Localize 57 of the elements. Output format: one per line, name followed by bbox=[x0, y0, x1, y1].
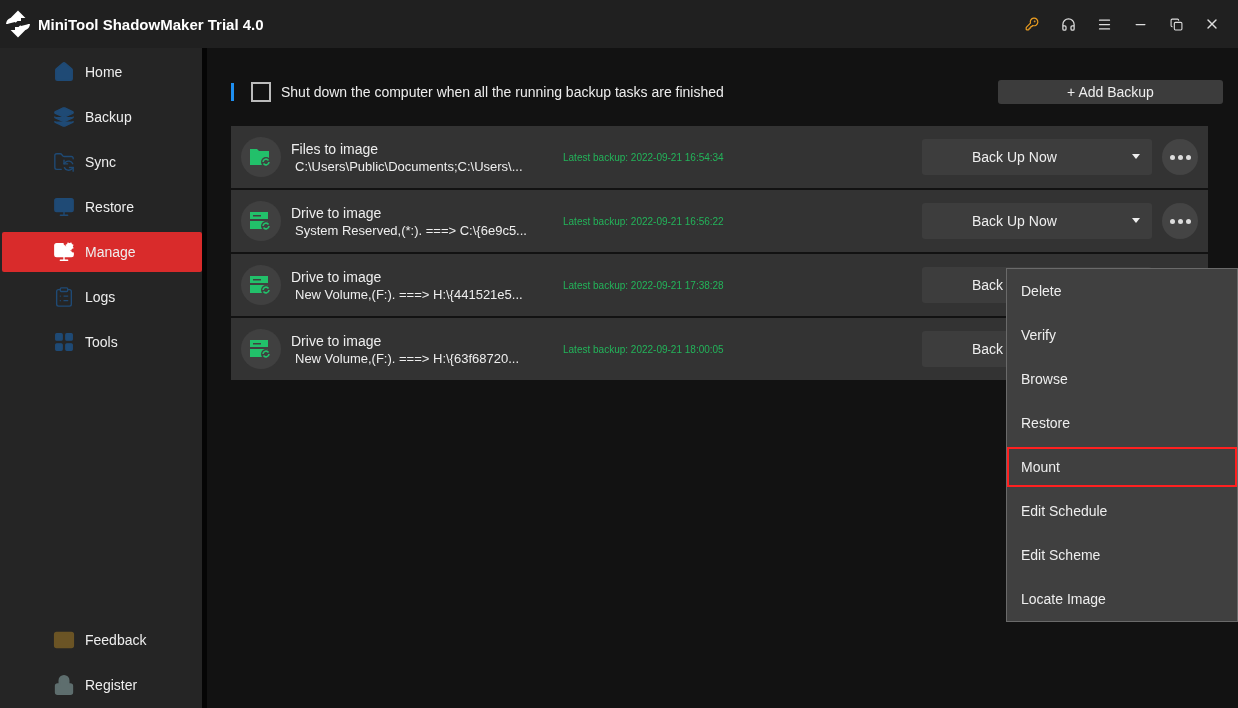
sidebar-item[interactable]: Sync bbox=[2, 142, 202, 182]
drive-sync-icon bbox=[250, 339, 272, 359]
task-title: Drive to image bbox=[291, 204, 383, 221]
home-icon bbox=[53, 61, 75, 83]
drive-sync-icon bbox=[250, 211, 272, 231]
sidebar-item[interactable]: Logs bbox=[2, 277, 202, 317]
task-path: New Volume,(F:). ===> H:\{63f68720... bbox=[294, 350, 520, 366]
latest-backup-time: Latest backup: 2022-09-21 16:56:22 bbox=[563, 215, 725, 227]
menu-item[interactable]: Mount bbox=[1007, 447, 1237, 487]
more-button[interactable] bbox=[1162, 203, 1198, 239]
key-icon[interactable] bbox=[1025, 17, 1039, 31]
sidebar-item[interactable]: Restore bbox=[2, 187, 202, 227]
mail-icon bbox=[53, 629, 75, 651]
layers-icon bbox=[53, 106, 75, 128]
back-up-now-button[interactable]: Back Up Now bbox=[922, 203, 1152, 239]
menu-item[interactable]: Delete bbox=[1007, 271, 1237, 311]
window-title: MiniTool ShadowMaker Trial 4.0 bbox=[38, 15, 265, 33]
back-up-now-button[interactable]: Back Up Now bbox=[922, 139, 1152, 175]
menu-item[interactable]: Browse bbox=[1007, 359, 1237, 399]
sidebar-item[interactable]: Register bbox=[2, 665, 202, 705]
sidebar-item[interactable]: Tools bbox=[2, 322, 202, 362]
shutdown-label: Shut down the computer when all the running backup tasks are finished bbox=[281, 84, 725, 100]
app-logo-icon bbox=[4, 10, 32, 38]
monitor-icon bbox=[53, 196, 75, 218]
headset-icon[interactable] bbox=[1060, 16, 1076, 32]
caret-icon bbox=[1132, 154, 1140, 160]
more-button[interactable] bbox=[1162, 139, 1198, 175]
monitor-gear-icon bbox=[53, 241, 75, 263]
menu-item[interactable]: Locate Image bbox=[1007, 579, 1237, 619]
grid-icon bbox=[53, 331, 75, 353]
drive-sync-icon bbox=[250, 275, 272, 295]
sidebar-item[interactable]: Feedback bbox=[2, 620, 202, 660]
caret-icon bbox=[1132, 218, 1140, 224]
folder-sync-icon bbox=[250, 147, 272, 167]
lock-icon bbox=[53, 674, 75, 696]
add-backup-button[interactable]: + Add Backup bbox=[998, 80, 1223, 104]
menu-item[interactable]: Edit Scheme bbox=[1007, 535, 1237, 575]
task-path: System Reserved,(*:). ===> C:\{6e9c5... bbox=[294, 222, 528, 238]
latest-backup-time: Latest backup: 2022-09-21 18:00:05 bbox=[563, 343, 725, 355]
latest-backup-time: Latest backup: 2022-09-21 17:38:28 bbox=[563, 279, 725, 291]
menu-item[interactable]: Restore bbox=[1007, 403, 1237, 443]
task-path: New Volume,(F:). ===> H:\{441521e5... bbox=[294, 286, 524, 302]
task-title: Drive to image bbox=[291, 268, 383, 285]
checkbox[interactable] bbox=[251, 82, 271, 102]
sidebar-item[interactable]: Backup bbox=[2, 97, 202, 137]
sidebar-item[interactable]: Home bbox=[2, 52, 202, 92]
task-title: Drive to image bbox=[291, 332, 383, 349]
menu-icon[interactable] bbox=[1096, 16, 1112, 32]
menu-item[interactable]: Edit Schedule bbox=[1007, 491, 1237, 531]
latest-backup-time: Latest backup: 2022-09-21 16:54:34 bbox=[563, 151, 725, 163]
menu-item[interactable]: Verify bbox=[1007, 315, 1237, 355]
sync-icon bbox=[53, 151, 75, 173]
task-path: C:\Users\Public\Documents;C:\Users\... bbox=[294, 158, 524, 174]
sidebar-item[interactable]: Manage bbox=[2, 232, 202, 272]
task-title: Files to image bbox=[291, 140, 380, 157]
clipboard-icon bbox=[53, 286, 75, 308]
restore-window-icon[interactable] bbox=[1169, 17, 1183, 31]
